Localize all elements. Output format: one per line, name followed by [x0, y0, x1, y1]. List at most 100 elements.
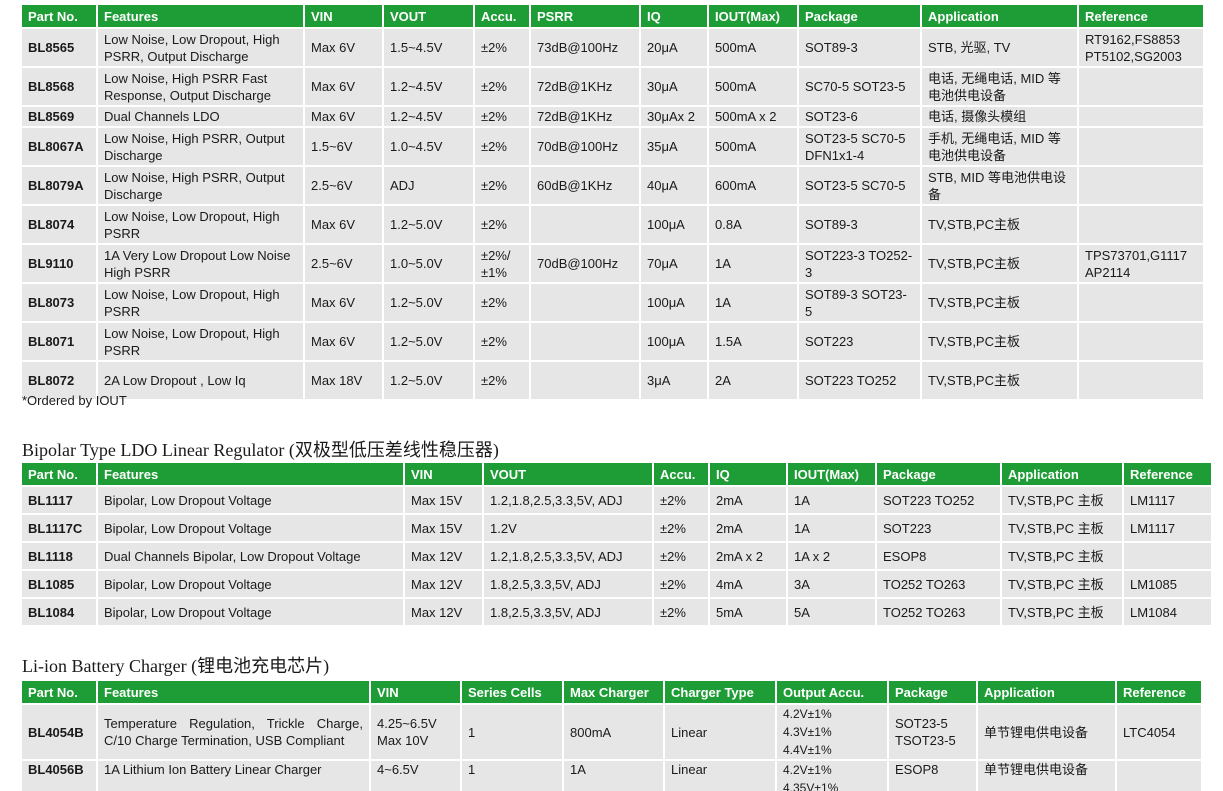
table-cell: ESOP8 — [889, 761, 976, 791]
table-cell: SOT223 — [877, 515, 1000, 541]
bipolar-section-title: Bipolar Type LDO Linear Regulator (双极型低压… — [22, 440, 499, 460]
table-cell: 70dB@100Hz — [531, 245, 639, 282]
table-cell: 1.2,1.8,2.5,3.3,5V, ADJ — [484, 543, 652, 569]
table-cell: 2mA — [710, 515, 786, 541]
table-cell: 1A — [709, 245, 797, 282]
table-cell — [1117, 761, 1201, 791]
table-row: BL8565 Low Noise, Low Dropout, High PSRR,… — [22, 29, 1203, 66]
table-cell: ±2% — [654, 543, 708, 569]
table-cell: 电话, 无绳电话, MID 等电池供电设备 — [922, 68, 1077, 105]
table-cell — [1079, 206, 1203, 243]
column-header: IOUT(Max) — [709, 5, 797, 27]
table-cell: 1.2~4.5V — [384, 68, 473, 105]
table-cell: 1A Lithium Ion Battery Linear Charger — [98, 761, 369, 791]
table-cell: 1 — [462, 761, 562, 791]
table-cell: 1.8,2.5,3.3,5V, ADJ — [484, 599, 652, 625]
table-row: BL1117 Bipolar, Low Dropout Voltage Max 15… — [22, 487, 1211, 513]
column-header: IQ — [641, 5, 707, 27]
table-cell: SOT223-3 TO252-3 — [799, 245, 920, 282]
table-cell — [1079, 362, 1203, 399]
table-cell: Bipolar, Low Dropout Voltage — [98, 571, 403, 597]
column-header: Output Accu. — [777, 681, 887, 703]
table-cell: 1A — [788, 487, 875, 513]
bipolar-table-body: BL1117 Bipolar, Low Dropout Voltage Max 15… — [22, 487, 1211, 625]
table-cell: 1.2~5.0V — [384, 206, 473, 243]
table-cell: 2mA — [710, 487, 786, 513]
table-cell: 1 — [462, 705, 562, 759]
part-number-cell: BL1118 — [22, 543, 96, 569]
table-cell: Low Noise, High PSRR, Output Discharge — [98, 128, 303, 165]
table-cell — [1079, 128, 1203, 165]
part-number-cell: BL1117 — [22, 487, 96, 513]
table-cell: 500mA — [709, 68, 797, 105]
table-cell: 60dB@1KHz — [531, 167, 639, 204]
charger-table-body: BL4054B Temperature Regulation, Trickle C… — [22, 705, 1201, 791]
ldo-table: Part No. Features VIN VOUT Accu. PSRR IQ IOUT(M… — [20, 3, 1205, 401]
table-cell: TV,STB,PC主板 — [922, 206, 1077, 243]
table-cell: Max 12V — [405, 571, 482, 597]
table-cell: ±2% — [475, 107, 529, 126]
charger-header-row: Part No. Features VIN Series Cells Max Charg… — [22, 681, 1201, 703]
table-cell: TV,STB,PC 主板 — [1002, 599, 1122, 625]
table-cell: 100μA — [641, 323, 707, 360]
table-cell: 70dB@100Hz — [531, 128, 639, 165]
table-cell: 30μA — [641, 68, 707, 105]
table-cell: LM1117 — [1124, 487, 1211, 513]
table-cell: LM1085 — [1124, 571, 1211, 597]
column-header: Series Cells — [462, 681, 562, 703]
table-cell: LTC4054 — [1117, 705, 1201, 759]
column-header: Reference — [1117, 681, 1201, 703]
table-cell: 1.2V — [484, 515, 652, 541]
table-row: BL8073 Low Noise, Low Dropout, High PSRR M… — [22, 284, 1203, 321]
part-number-cell: BL8565 — [22, 29, 96, 66]
table-cell: 2.5~6V — [305, 167, 382, 204]
table-cell: Max 6V — [305, 206, 382, 243]
table-cell: ADJ — [384, 167, 473, 204]
table-cell: 70μA — [641, 245, 707, 282]
table-cell: 1.5~6V — [305, 128, 382, 165]
table-cell: 4.25~6.5V Max 10V — [371, 705, 460, 759]
table-cell: Max 15V — [405, 515, 482, 541]
part-number-cell: BL8079A — [22, 167, 96, 204]
table-cell: 2A — [709, 362, 797, 399]
column-header: Max Charger — [564, 681, 663, 703]
table-cell: ±2% — [475, 284, 529, 321]
table-cell: 2.5~6V — [305, 245, 382, 282]
table-cell — [1124, 543, 1211, 569]
table-row: BL4054B Temperature Regulation, Trickle C… — [22, 705, 1201, 759]
table-row: BL1117C Bipolar, Low Dropout Voltage Max 1… — [22, 515, 1211, 541]
table-cell: 4.2V±1% 4.35V±1% — [777, 761, 887, 791]
column-header: Features — [98, 5, 303, 27]
bipolar-ldo-table: Part No. Features VIN VOUT Accu. IQ IOUT(Max) P… — [20, 461, 1213, 627]
table-cell: ±2% — [475, 323, 529, 360]
column-header: Application — [922, 5, 1077, 27]
table-cell: 1.2~4.5V — [384, 107, 473, 126]
part-number-cell: BL1117C — [22, 515, 96, 541]
table-cell: 100μA — [641, 284, 707, 321]
table-cell: TV,STB,PC 主板 — [1002, 487, 1122, 513]
table-cell: ESOP8 — [877, 543, 1000, 569]
table-cell: 40μA — [641, 167, 707, 204]
table-row: BL8568 Low Noise, High PSRR Fast Response… — [22, 68, 1203, 105]
table-cell — [1079, 323, 1203, 360]
table-cell — [1079, 68, 1203, 105]
table-cell: 1A — [709, 284, 797, 321]
table-cell: 单节锂电供电设备 — [978, 705, 1115, 759]
column-header: Part No. — [22, 5, 96, 27]
table-cell: ±2% — [654, 515, 708, 541]
column-header: Reference — [1124, 463, 1211, 485]
table-cell: Max 15V — [405, 487, 482, 513]
column-header: Part No. — [22, 463, 96, 485]
table-cell: 73dB@100Hz — [531, 29, 639, 66]
table-cell: TV,STB,PC主板 — [922, 323, 1077, 360]
column-header: VOUT — [384, 5, 473, 27]
table-cell: SOT223 TO252 — [877, 487, 1000, 513]
column-header: VIN — [405, 463, 482, 485]
table-cell: LM1084 — [1124, 599, 1211, 625]
table-cell: 1.8,2.5,3.3,5V, ADJ — [484, 571, 652, 597]
table-cell: 500mA — [709, 128, 797, 165]
table-cell: Max 6V — [305, 107, 382, 126]
table-cell: RT9162,FS8853 PT5102,SG2003 — [1079, 29, 1203, 66]
table-cell: STB, 光驱, TV — [922, 29, 1077, 66]
table-cell: TPS73701,G1117 AP2114 — [1079, 245, 1203, 282]
